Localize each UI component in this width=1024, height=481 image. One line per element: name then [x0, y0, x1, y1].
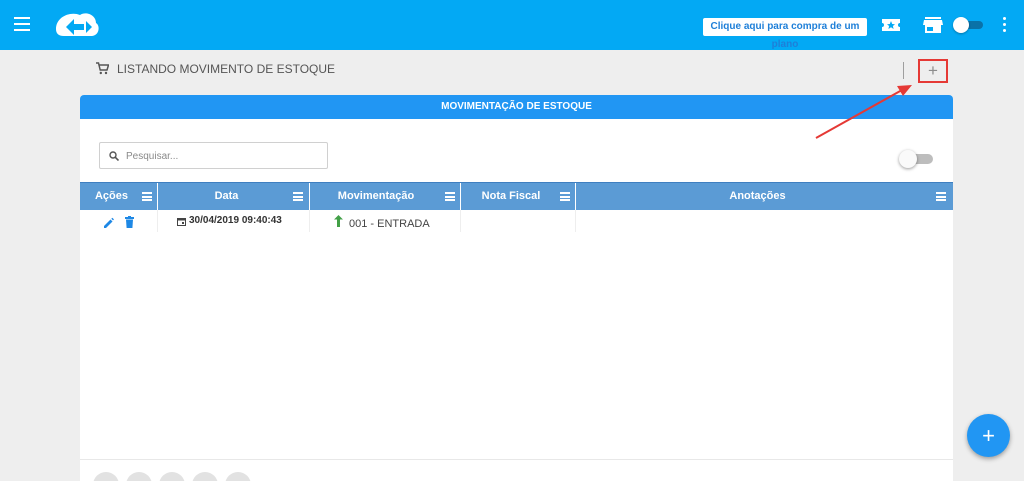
column-header-nota-fiscal[interactable]: Nota Fiscal — [461, 183, 576, 210]
column-label: Anotações — [729, 190, 786, 202]
pagination-button[interactable] — [93, 472, 119, 481]
column-label: Nota Fiscal — [481, 190, 541, 202]
calendar-icon — [177, 218, 186, 226]
stock-movement-card: MOVIMENTAÇÃO DE ESTOQUE Ações Data Movim… — [80, 95, 953, 481]
column-menu-icon[interactable] — [936, 192, 946, 201]
cell-movimentacao: 001 - ENTRADA — [310, 210, 461, 232]
logo[interactable] — [50, 9, 102, 41]
column-menu-icon[interactable] — [560, 192, 570, 201]
column-label: Movimentação — [337, 190, 415, 202]
column-header-anotacoes[interactable]: Anotações — [576, 183, 953, 210]
filter-toggle-switch[interactable] — [899, 150, 935, 168]
cell-actions — [80, 210, 158, 232]
toggle-knob — [953, 17, 969, 33]
add-button[interactable]: + — [918, 59, 948, 83]
floating-add-button[interactable]: + — [967, 414, 1010, 457]
ticket-icon[interactable] — [880, 14, 902, 36]
menu-icon[interactable] — [14, 17, 30, 31]
trash-icon[interactable] — [124, 216, 135, 228]
more-vert-icon[interactable] — [1001, 17, 1007, 33]
plus-icon: + — [928, 61, 938, 80]
pagination-button[interactable] — [192, 472, 218, 481]
column-header-movimentacao[interactable]: Movimentação — [310, 183, 461, 210]
column-menu-icon[interactable] — [293, 192, 303, 201]
buy-plan-button[interactable]: Clique aqui para compra de um plano — [703, 18, 867, 50]
table-row[interactable]: 30/04/2019 09:40:43 001 - ENTRADA — [80, 210, 953, 232]
pagination-button[interactable] — [126, 472, 152, 481]
search-field[interactable] — [99, 142, 328, 169]
cell-nota-fiscal — [461, 210, 576, 232]
top-toggle-switch[interactable] — [953, 17, 983, 33]
cell-data: 30/04/2019 09:40:43 — [158, 210, 310, 232]
edit-icon[interactable] — [103, 216, 114, 228]
page-title: LISTANDO MOVIMENTO DE ESTOQUE — [117, 62, 336, 76]
pagination-button[interactable] — [159, 472, 185, 481]
search-input[interactable] — [124, 147, 326, 166]
divider — [903, 62, 904, 79]
column-menu-icon[interactable] — [142, 192, 152, 201]
cart-icon — [96, 62, 109, 75]
date-value: 30/04/2019 09:40:43 — [189, 215, 282, 226]
pagination-button[interactable] — [225, 472, 251, 481]
column-header-data[interactable]: Data — [158, 183, 310, 210]
column-label: Data — [214, 190, 239, 202]
column-header-acoes[interactable]: Ações — [80, 183, 158, 210]
arrow-up-icon — [334, 215, 343, 227]
store-icon[interactable] — [922, 14, 944, 36]
column-menu-icon[interactable] — [445, 192, 455, 201]
footer-divider — [80, 459, 953, 460]
card-title: MOVIMENTAÇÃO DE ESTOQUE — [80, 95, 953, 119]
search-icon — [109, 151, 119, 161]
cell-anotacoes — [576, 210, 953, 232]
table-header: Ações Data Movimentação Nota Fiscal Anot… — [80, 182, 953, 210]
toggle-knob — [899, 150, 917, 168]
top-app-bar: Clique aqui para compra de um plano — [0, 0, 1024, 50]
movement-value: 001 - ENTRADA — [349, 218, 430, 230]
